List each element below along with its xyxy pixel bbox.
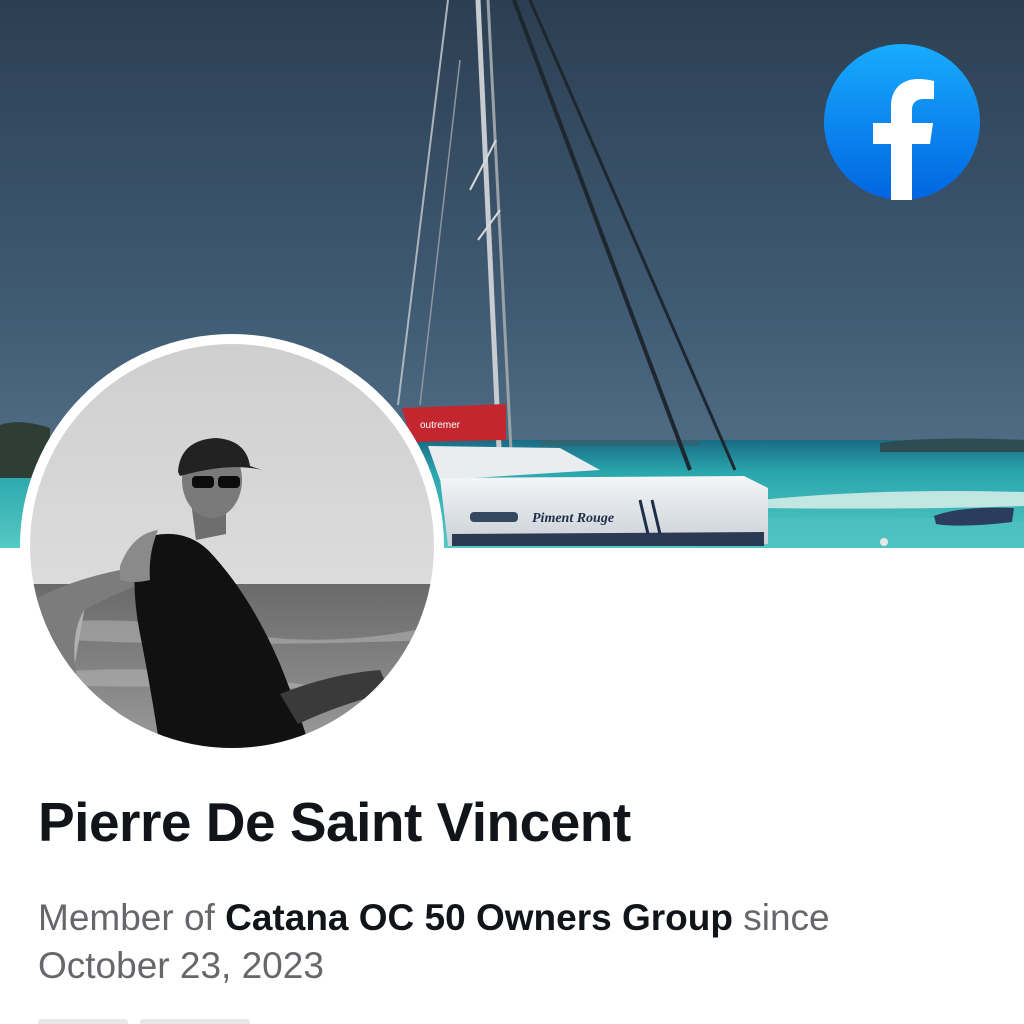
- profile-name: Pierre De Saint Vincent: [38, 791, 631, 853]
- avatar-photo: [30, 344, 434, 748]
- membership-prefix: Member of: [38, 897, 226, 938]
- membership-suffix: since: [732, 897, 830, 938]
- facebook-logo-icon[interactable]: [824, 44, 980, 200]
- profile-page: outremer Piment Rouge Pierre De Saint Vi…: [0, 0, 1024, 1024]
- profile-avatar[interactable]: [20, 334, 444, 758]
- svg-text:outremer: outremer: [420, 420, 461, 431]
- svg-text:Piment Rouge: Piment Rouge: [532, 511, 614, 526]
- membership-info: Member of Catana OC 50 Owners Group sinc…: [38, 894, 998, 990]
- group-name-link[interactable]: Catana OC 50 Owners Group: [225, 897, 733, 938]
- cut-off-next-line: [38, 1016, 298, 1024]
- membership-date: October 23, 2023: [38, 945, 324, 986]
